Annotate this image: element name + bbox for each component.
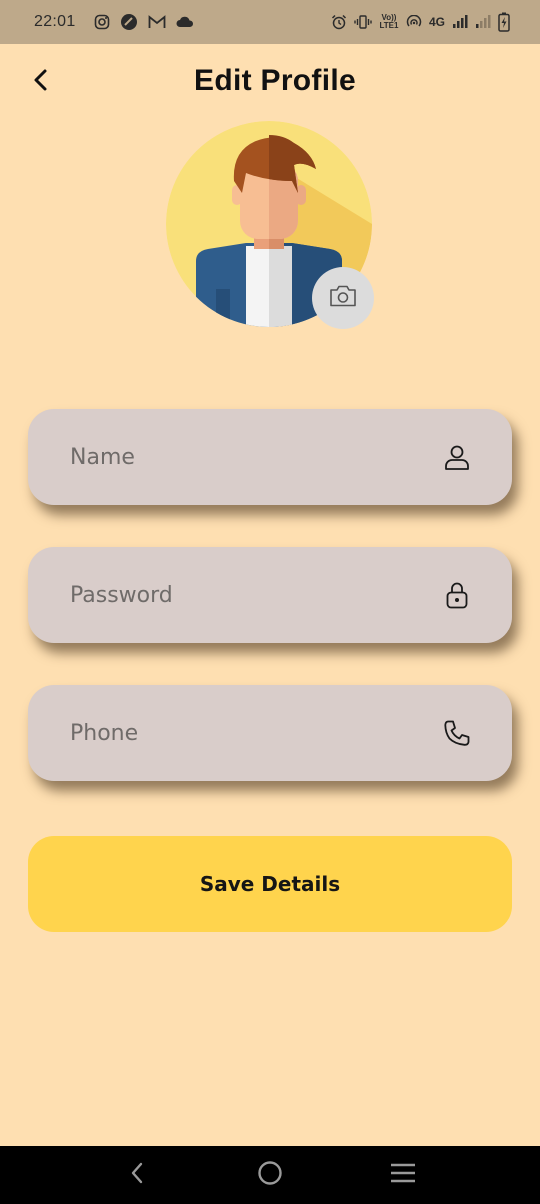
user-icon [442,442,472,472]
page-title: Edit Profile [194,64,356,97]
change-photo-button[interactable] [312,267,374,329]
system-nav-bar [0,1146,540,1204]
volte-icon: Vo)) LTE1 [379,13,399,30]
nav-recents-icon [390,1162,416,1189]
nav-back-icon [129,1161,145,1190]
profile-avatar-section [166,121,374,329]
status-bar: 22:01 Vo)) LTE1 4G [0,0,540,44]
name-input[interactable] [70,444,442,470]
app-icon [120,13,138,31]
phone-field[interactable] [28,685,512,781]
camera-icon [328,284,358,313]
nav-home-icon [257,1160,283,1191]
cloud-icon [176,16,194,28]
nav-recents-button[interactable] [373,1146,433,1204]
phone-icon [442,718,472,748]
battery-charging-icon [498,12,510,32]
instagram-icon [94,14,110,30]
status-left-icons [94,13,194,31]
signal-icon [475,15,491,29]
nav-back-button[interactable] [107,1146,167,1204]
hotspot-icon [406,15,422,29]
nav-home-button[interactable] [240,1146,300,1204]
network-label: 4G [428,15,445,29]
status-time: 22:01 [34,13,76,30]
vibrate-icon [354,15,372,29]
save-details-button[interactable]: Save Details [28,836,512,932]
status-right-icons: Vo)) LTE1 4G [331,12,510,32]
phone-input[interactable] [70,720,442,746]
signal-4g-icon [452,15,468,29]
lock-icon [442,580,472,610]
alarm-icon [331,14,347,30]
gmail-icon [148,15,166,29]
password-field[interactable] [28,547,512,643]
password-input[interactable] [70,582,442,608]
name-field[interactable] [28,409,512,505]
